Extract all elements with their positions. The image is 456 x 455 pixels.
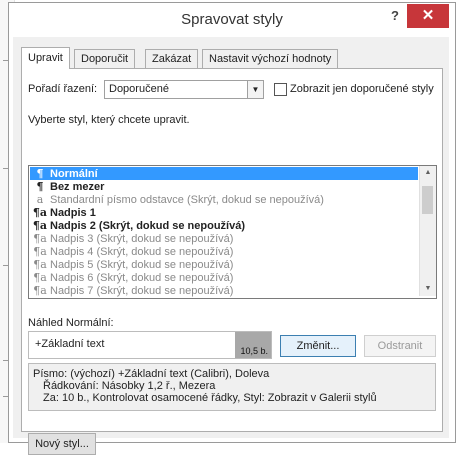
chevron-down-icon[interactable]: ▼: [247, 81, 263, 98]
list-item[interactable]: ¶a Nadpis 6 (Skrýt, dokud se nepoužívá): [30, 271, 418, 284]
preview-size-badge: 10,5 b.: [235, 332, 271, 358]
linked-style-icon: ¶a: [33, 271, 47, 284]
preview-label: Náhled Normální:: [28, 317, 114, 329]
list-item[interactable]: ¶a Nadpis 5 (Skrýt, dokud se nepoužívá): [30, 258, 418, 271]
list-item[interactable]: ¶a Nadpis 4 (Skrýt, dokud se nepoužívá): [30, 245, 418, 258]
scroll-down-icon[interactable]: ▼: [420, 282, 436, 296]
style-listbox[interactable]: ¶ Normální ¶ Bez mezer a Standardní písmo o…: [28, 165, 437, 299]
linked-style-icon: ¶a: [32, 206, 48, 219]
linked-style-icon: ¶a: [33, 284, 47, 297]
sort-order-label: Pořadí řazení:: [28, 83, 98, 95]
modify-button[interactable]: Změnit...: [280, 335, 356, 357]
list-item[interactable]: ¶a Nadpis 7 (Skrýt, dokud se nepoužívá): [30, 284, 418, 297]
tab-panel-upravit: Pořadí řazení: Doporučené ▼ Zobrazit jen…: [21, 68, 443, 455]
new-style-button[interactable]: Nový styl...: [28, 433, 96, 455]
list-item[interactable]: ¶a Nadpis 2 (Skrýt, dokud se nepoužívá): [30, 219, 418, 232]
close-button[interactable]: ✕: [407, 4, 449, 28]
list-item[interactable]: ¶ Bez mezer: [30, 180, 418, 193]
dialog-client: Upravit Doporučit Zakázat Nastavit výcho…: [13, 37, 449, 455]
description-line-3: Za: 10 b., Kontrolovat osamocené řádky, …: [43, 392, 377, 404]
help-icon[interactable]: ?: [391, 8, 399, 23]
style-list-prompt: Vyberte styl, který chcete upravit.: [28, 114, 190, 126]
sort-order-value: Doporučené: [109, 83, 169, 95]
sort-order-select[interactable]: Doporučené ▼: [104, 80, 264, 99]
description-line-2: Řádkování: Násobky 1,2 ř., Mezera: [43, 380, 216, 392]
linked-style-icon: ¶a: [32, 219, 48, 232]
preview-text: +Základní text: [35, 338, 105, 350]
linked-style-icon: ¶a: [33, 258, 47, 271]
style-preview: +Základní text 10,5 b.: [28, 331, 272, 359]
paragraph-style-icon: ¶: [36, 180, 44, 193]
list-scrollbar[interactable]: ▲ ▼: [419, 166, 436, 296]
list-item[interactable]: a Standardní písmo odstavce (Skrýt, dokud…: [30, 193, 418, 206]
list-item[interactable]: ¶a Nadpis 1: [30, 206, 418, 219]
manage-styles-dialog: Spravovat styly ? ✕ Upravit Doporučit Za…: [8, 2, 456, 455]
title-bar: Spravovat styly ? ✕: [9, 3, 455, 35]
description-line-1: Písmo: (výchozí) +Základní text (Calibri…: [33, 368, 270, 380]
style-description: Písmo: (výchozí) +Základní text (Calibri…: [28, 363, 436, 411]
linked-style-icon: ¶a: [33, 232, 47, 245]
tab-doporucit[interactable]: Doporučit: [74, 49, 136, 68]
recommended-only-checkbox[interactable]: [274, 83, 287, 96]
list-item[interactable]: ¶ Normální: [30, 167, 418, 180]
scroll-thumb[interactable]: [422, 186, 433, 214]
delete-button[interactable]: Odstranit: [364, 335, 436, 357]
tab-upravit[interactable]: Upravit: [21, 47, 70, 69]
list-item[interactable]: ¶a Nadpis 3 (Skrýt, dokud se nepoužívá): [30, 232, 418, 245]
scroll-up-icon[interactable]: ▲: [420, 166, 436, 180]
paragraph-style-icon: ¶: [36, 167, 44, 180]
dialog-title: Spravovat styly: [181, 11, 283, 28]
tab-zakazat[interactable]: Zakázat: [145, 49, 199, 68]
linked-style-icon: ¶a: [33, 245, 47, 258]
tab-nastavit-vychozi-hodnoty[interactable]: Nastavit výchozí hodnoty: [202, 49, 339, 68]
recommended-only-label: Zobrazit jen doporučené styly: [290, 83, 434, 95]
character-style-icon: a: [36, 193, 44, 206]
